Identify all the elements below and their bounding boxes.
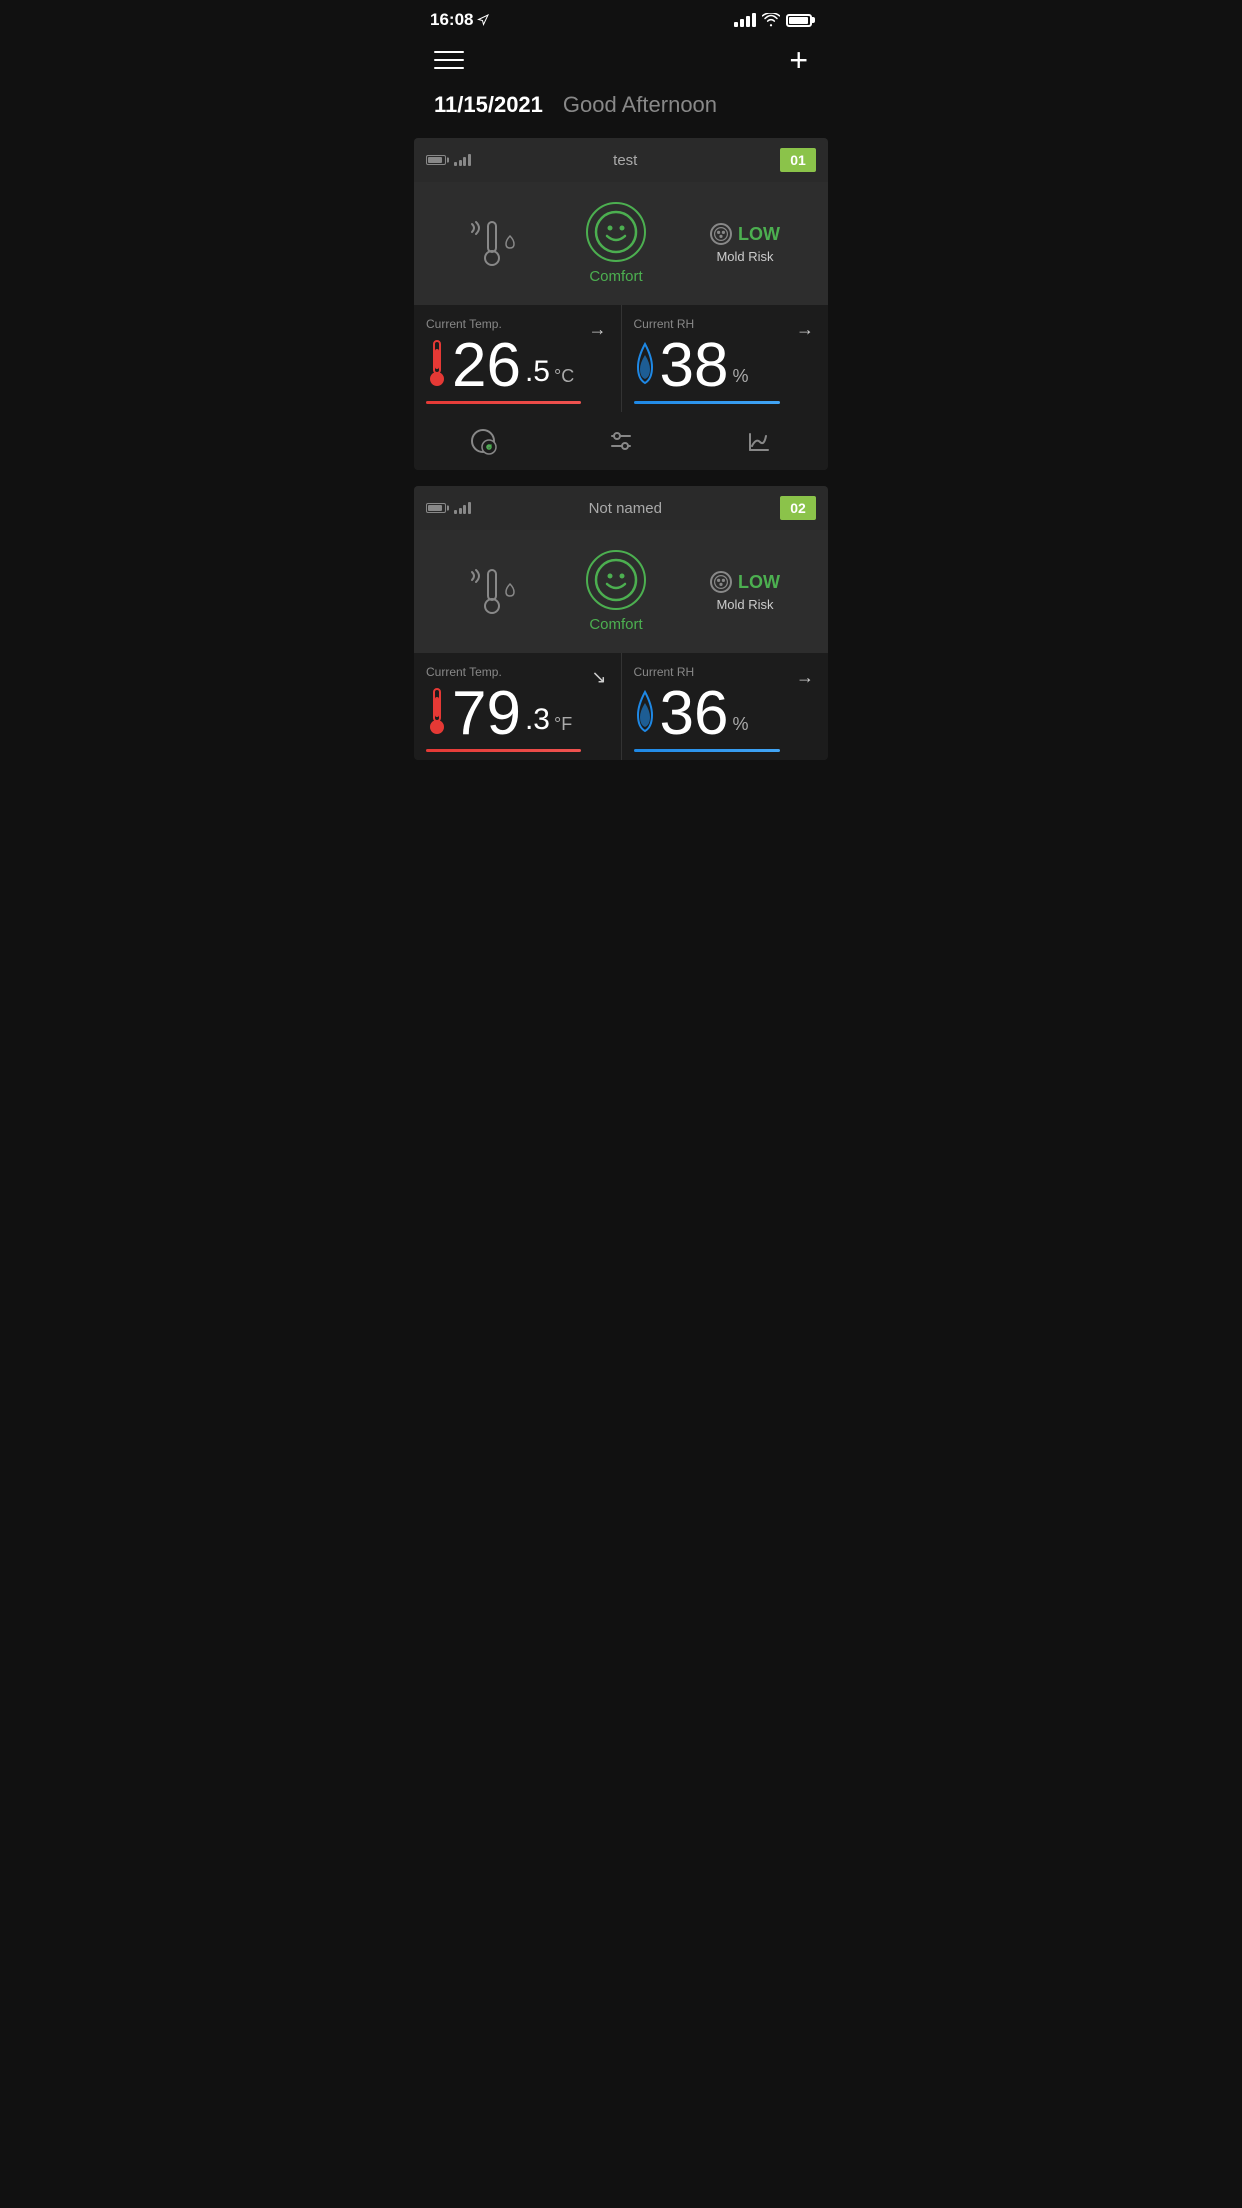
smiley-icon (586, 550, 646, 610)
temp-big: 26 (452, 335, 521, 397)
temp-label: Current Temp. (426, 317, 609, 331)
temp-big: 79 (452, 683, 521, 745)
mold-risk-label: Mold Risk (716, 597, 773, 612)
status-time: 16:08 (430, 10, 489, 30)
time-display: 16:08 (430, 10, 473, 30)
rh-unit: % (732, 714, 748, 735)
temp-panel[interactable]: Current Temp. ↘ 79 .3 °F (414, 653, 622, 760)
temp-unit: °F (554, 714, 572, 735)
mold-risk: LOW Mold Risk (710, 571, 780, 612)
signal-icon (734, 13, 756, 27)
device-card-2: Not named 02 (414, 486, 828, 760)
mini-signal-icon (454, 502, 471, 514)
rh-unit: % (732, 366, 748, 387)
temp-panel[interactable]: Current Temp. → 26 .5 °C (414, 305, 622, 412)
header-date: 11/15/2021 (434, 92, 543, 118)
rh-icon (634, 687, 656, 739)
status-bar: 16:08 (414, 0, 828, 36)
rh-icon (634, 339, 656, 391)
rh-bar (634, 749, 780, 752)
rh-value-row: 36 % (634, 683, 817, 745)
temp-value-row: 26 .5 °C (426, 335, 609, 397)
rh-big: 38 (660, 335, 729, 397)
settings-button[interactable] (601, 426, 641, 456)
menu-button[interactable] (434, 51, 464, 69)
status-icons (734, 13, 812, 27)
rh-big: 36 (660, 683, 729, 745)
rh-bar (634, 401, 780, 404)
comfort-label: Comfort (589, 616, 642, 633)
bottom-icons (414, 412, 828, 470)
mold-icon (710, 223, 732, 245)
wifi-icon (762, 13, 780, 27)
temp-label: Current Temp. (426, 665, 609, 679)
temp-arrow: → (589, 319, 607, 340)
temp-value-row: 79 .3 °F (426, 683, 609, 745)
temp-icon (426, 339, 448, 391)
mini-battery-icon (426, 503, 446, 513)
temp-icon (426, 687, 448, 739)
cards-container: test 01 (414, 138, 828, 760)
temp-unit: °C (554, 366, 574, 387)
device-header-1: test 01 (414, 138, 828, 182)
rh-label: Current RH (634, 317, 817, 331)
add-button[interactable]: + (789, 44, 808, 76)
device-status-icons (426, 502, 471, 514)
comfort-section: Comfort LOW Mold Risk (414, 182, 828, 305)
device-name: Not named (471, 500, 781, 517)
header-greeting: Good Afternoon (563, 92, 717, 118)
mini-signal-icon (454, 154, 471, 166)
thermo-humidity-icon (462, 562, 522, 622)
top-nav: + (414, 36, 828, 92)
mold-icon (710, 571, 732, 593)
device-status-icons (426, 154, 471, 166)
location-icon (477, 14, 489, 26)
readings-section: Current Temp. → 26 .5 °C Current RH (414, 305, 828, 412)
rh-arrow: → (796, 319, 814, 340)
mold-risk-level: LOW (738, 224, 780, 245)
rh-panel[interactable]: Current RH → 38 % (622, 305, 829, 412)
rh-value-row: 38 % (634, 335, 817, 397)
alert-button[interactable] (463, 426, 503, 456)
device-number: 01 (780, 148, 816, 172)
temp-decimal: .5 (525, 355, 550, 389)
temp-arrow: ↘ (591, 667, 606, 688)
comfort-center: Comfort (586, 202, 646, 285)
smiley-icon (586, 202, 646, 262)
device-header-2: Not named 02 (414, 486, 828, 530)
device-card-1: test 01 (414, 138, 828, 470)
temp-decimal: .3 (525, 703, 550, 737)
rh-arrow: → (796, 667, 814, 688)
comfort-center: Comfort (586, 550, 646, 633)
mold-risk-level: LOW (738, 572, 780, 593)
mold-risk: LOW Mold Risk (710, 223, 780, 264)
readings-section: Current Temp. ↘ 79 .3 °F Current RH (414, 653, 828, 760)
device-number: 02 (780, 496, 816, 520)
comfort-label: Comfort (589, 268, 642, 285)
battery-icon (786, 14, 812, 27)
mold-risk-label: Mold Risk (716, 249, 773, 264)
temp-bar (426, 401, 581, 404)
comfort-section: Comfort LOW Mold Risk (414, 530, 828, 653)
rh-panel[interactable]: Current RH → 36 % (622, 653, 829, 760)
temp-bar (426, 749, 581, 752)
device-name: test (471, 152, 781, 169)
rh-label: Current RH (634, 665, 817, 679)
chart-button[interactable] (739, 426, 779, 456)
thermo-humidity-icon (462, 214, 522, 274)
mini-battery-icon (426, 155, 446, 165)
header-row: 11/15/2021 Good Afternoon (414, 92, 828, 138)
